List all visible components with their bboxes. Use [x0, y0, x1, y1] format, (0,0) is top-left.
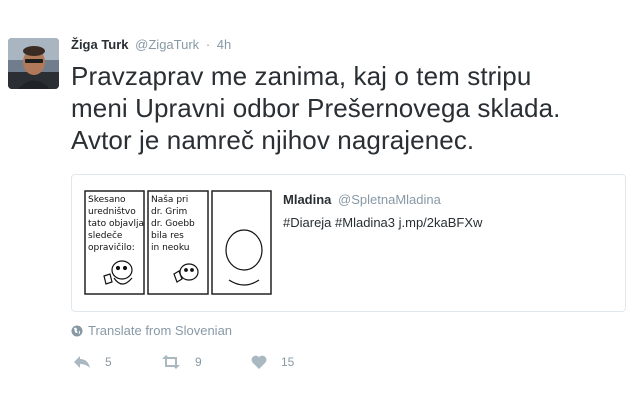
separator: ·	[205, 37, 211, 52]
avatar-image	[8, 38, 59, 89]
reply-button[interactable]: 5	[73, 355, 112, 369]
tweet-text: Pravzaprav me zanima, kaj o tem stripu m…	[71, 60, 626, 156]
quoted-tweet-image[interactable]: Skesano uredništvo tato objavlja sledeče…	[84, 190, 272, 298]
author-name[interactable]: Žiga Turk	[71, 37, 129, 52]
author-avatar[interactable]	[8, 38, 59, 89]
comic-text: in neoku	[151, 243, 189, 253]
comic-strip-image: Skesano uredništvo tato objavlja sledeče…	[84, 190, 272, 298]
author-handle[interactable]: @ZigaTurk	[135, 37, 199, 52]
like-button[interactable]: 15	[251, 355, 294, 369]
retweet-icon	[162, 355, 180, 369]
translate-link[interactable]: Translate from Slovenian	[71, 323, 232, 338]
comic-text: Naša pri	[151, 194, 188, 205]
quoted-tweet-card[interactable]: Skesano uredništvo tato objavlja sledeče…	[71, 174, 626, 312]
comic-text: opravičilo:	[88, 242, 135, 253]
tweet-header: Žiga Turk @ZigaTurk · 4h	[71, 37, 231, 52]
globe-icon	[71, 325, 83, 336]
heart-icon	[251, 355, 267, 369]
quoted-tweet-text: #Diareja #Mladina3 j.mp/2kaBFXw	[283, 215, 483, 230]
comic-text: tato objavlja	[88, 219, 144, 229]
tweet-timestamp[interactable]: 4h	[217, 37, 231, 52]
quoted-tweet-header: Mladina @SpletnaMladina	[283, 192, 441, 207]
translate-label[interactable]: Translate from Slovenian	[88, 323, 232, 338]
comic-text: bila res	[151, 231, 184, 241]
quoted-author-handle[interactable]: @SpletnaMladina	[338, 192, 441, 207]
tweet-text-line: Pravzaprav me zanima, kaj o tem stripu	[71, 61, 532, 91]
comic-text: dr. Grim	[151, 207, 187, 217]
retweet-button[interactable]: 9	[161, 355, 202, 369]
comic-text: Skesano	[88, 195, 126, 205]
comic-text: uredništvo	[88, 206, 136, 217]
quoted-author-name[interactable]: Mladina	[283, 192, 331, 207]
reply-count: 5	[105, 355, 112, 369]
tweet-text-line: meni Upravni odbor Prešernovega sklada.	[71, 93, 561, 123]
reply-icon	[74, 356, 90, 368]
tweet-text-line: Avtor je namreč njihov nagrajenec.	[71, 125, 475, 155]
comic-text: dr. Goebb	[151, 219, 195, 229]
tweet: Žiga Turk @ZigaTurk · 4h Pravzaprav me z…	[0, 0, 638, 409]
retweet-count: 9	[195, 355, 202, 369]
comic-text: sledeče	[88, 230, 123, 241]
like-count: 15	[281, 355, 295, 369]
